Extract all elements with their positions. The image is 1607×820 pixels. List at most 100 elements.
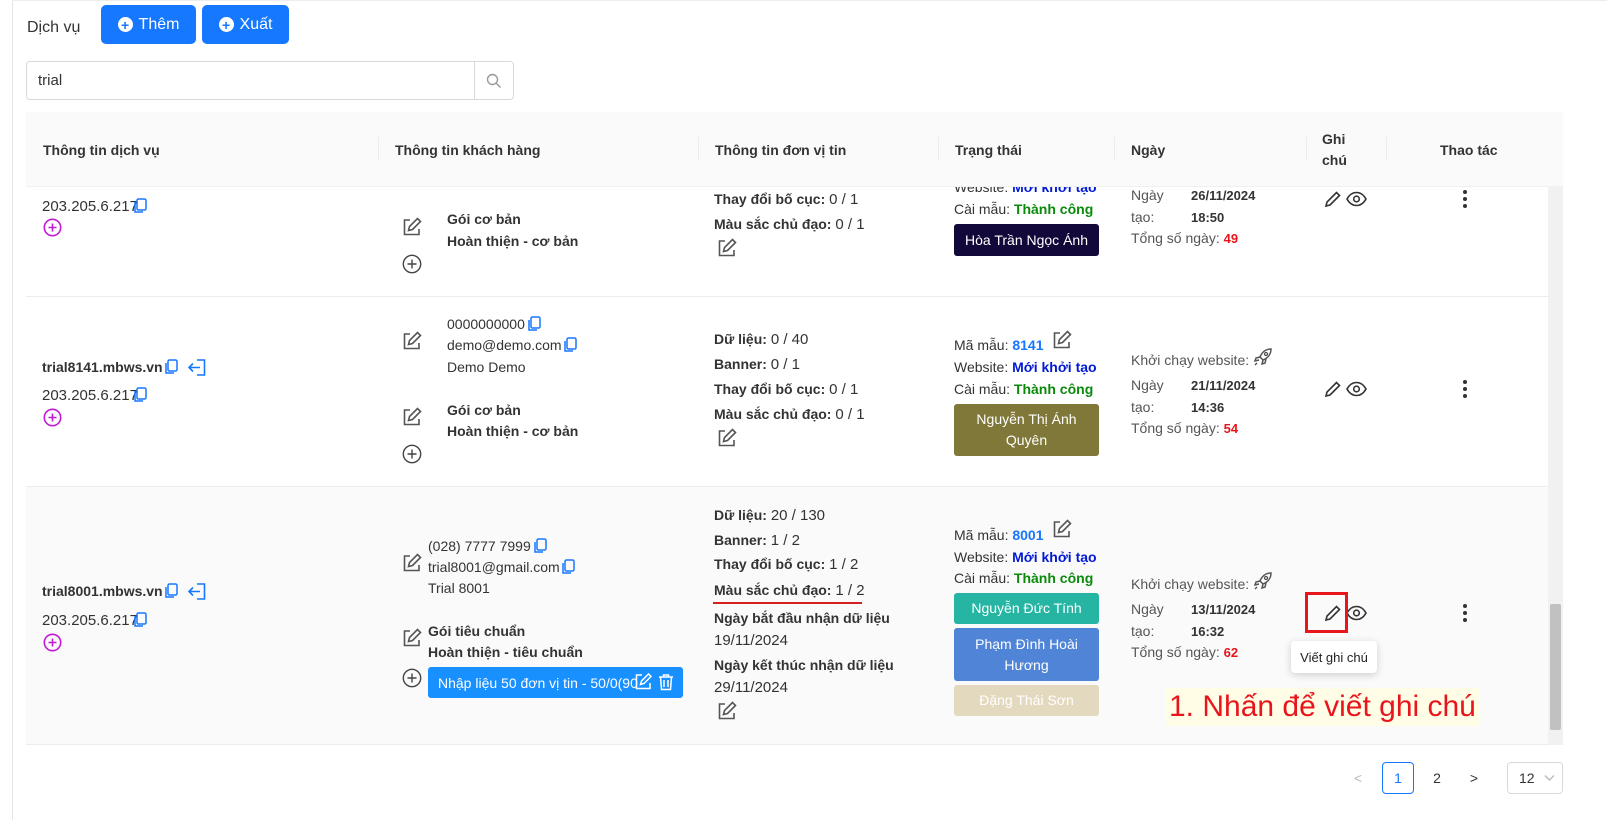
copy-icon[interactable] bbox=[164, 583, 178, 599]
search-box: trial bbox=[26, 61, 514, 100]
highlight-underline bbox=[713, 602, 862, 604]
addon-chip[interactable]: Nhập liệu 50 đơn vị tin - 50/0(90 bbox=[428, 667, 683, 698]
edit-icon[interactable] bbox=[1051, 519, 1072, 540]
color-value: 0 / 1 bbox=[835, 216, 865, 233]
export-button[interactable]: + Xuất bbox=[202, 5, 289, 44]
eye-icon[interactable] bbox=[1346, 605, 1367, 621]
template-status: Thành công bbox=[1013, 570, 1094, 586]
edit-icon[interactable] bbox=[716, 238, 737, 259]
login-icon[interactable] bbox=[187, 581, 208, 602]
add-button[interactable]: + Thêm bbox=[101, 5, 196, 44]
copy-icon[interactable] bbox=[164, 359, 178, 375]
template-label: Cài mẫu: bbox=[954, 381, 1011, 397]
add-circle-icon[interactable] bbox=[402, 668, 422, 688]
edit-icon[interactable] bbox=[401, 628, 422, 649]
copy-icon[interactable] bbox=[561, 559, 575, 575]
created-time: 14:36 bbox=[1191, 400, 1225, 415]
copy-icon[interactable] bbox=[133, 198, 147, 214]
package-sub: Hoàn thiện - cơ bản bbox=[447, 233, 579, 249]
more-actions-icon[interactable] bbox=[1462, 603, 1468, 623]
customer-email: demo@demo.com bbox=[447, 337, 562, 353]
eye-icon[interactable] bbox=[1346, 381, 1367, 397]
pagination-prev[interactable]: < bbox=[1346, 762, 1370, 794]
pencil-icon[interactable] bbox=[634, 673, 652, 691]
assignee-tag: Nguyễn Thị Ánh Quyên bbox=[954, 404, 1099, 456]
banner-label: Banner: bbox=[714, 356, 767, 372]
copy-icon[interactable] bbox=[533, 538, 547, 554]
total-days-label: Tổng số ngày: bbox=[1131, 230, 1220, 246]
service-domain: trial8001.mbws.vn bbox=[42, 583, 163, 599]
add-circle-icon[interactable] bbox=[402, 254, 422, 274]
header-note-line2: chú bbox=[1322, 152, 1347, 168]
created-label-line2: tạo: bbox=[1131, 623, 1155, 639]
total-days-value: 62 bbox=[1223, 645, 1239, 660]
add-circle-icon[interactable] bbox=[43, 633, 62, 652]
pencil-icon[interactable] bbox=[1323, 380, 1342, 399]
eye-icon[interactable] bbox=[1346, 191, 1367, 207]
search-input[interactable]: trial bbox=[38, 72, 62, 89]
frame-left-border bbox=[12, 0, 13, 820]
color-label: Màu sắc chủ đạo: bbox=[714, 582, 832, 598]
tooltip: Viết ghi chú bbox=[1291, 641, 1377, 673]
launch-label: Khởi chạy website: bbox=[1131, 352, 1250, 368]
created-label-line2: tạo: bbox=[1131, 209, 1155, 225]
pagination-page-1[interactable]: 1 bbox=[1382, 762, 1414, 794]
edit-icon[interactable] bbox=[1051, 330, 1072, 351]
rocket-icon[interactable] bbox=[1253, 347, 1273, 367]
header-status: Trạng thái bbox=[955, 142, 1022, 158]
header-divider bbox=[1306, 137, 1307, 161]
rocket-icon[interactable] bbox=[1253, 571, 1273, 591]
total-days-value: 54 bbox=[1223, 421, 1239, 436]
scrollbar-thumb[interactable] bbox=[1550, 604, 1561, 730]
more-actions-icon[interactable] bbox=[1462, 189, 1468, 209]
more-actions-icon[interactable] bbox=[1462, 379, 1468, 399]
add-circle-icon[interactable] bbox=[43, 218, 62, 237]
edit-icon[interactable] bbox=[716, 428, 737, 449]
edit-icon[interactable] bbox=[401, 553, 422, 574]
website-label: Website: bbox=[954, 359, 1009, 375]
edit-icon[interactable] bbox=[401, 331, 422, 352]
header-service: Thông tin dịch vụ bbox=[43, 142, 160, 158]
add-circle-icon[interactable] bbox=[43, 408, 62, 427]
page-title: Dịch vụ bbox=[27, 19, 81, 36]
search-button[interactable] bbox=[474, 62, 513, 99]
search-icon bbox=[486, 73, 501, 88]
edit-icon[interactable] bbox=[716, 701, 737, 722]
pencil-icon[interactable] bbox=[1323, 190, 1342, 209]
assignee-line1: Nguyễn Thị Ánh bbox=[976, 411, 1077, 427]
edit-icon[interactable] bbox=[401, 217, 422, 238]
data-label: Dữ liệu: bbox=[714, 507, 767, 523]
customer-name: Demo Demo bbox=[447, 359, 526, 375]
export-button-label: Xuất bbox=[239, 15, 273, 33]
header-divider bbox=[1114, 137, 1115, 161]
pagination-next[interactable]: > bbox=[1462, 762, 1486, 794]
instruction-annotation: 1. Nhấn để viết ghi chú bbox=[1165, 688, 1480, 726]
assignee-tag: Đặng Thái Sơn bbox=[954, 685, 1099, 716]
trash-icon[interactable] bbox=[657, 673, 675, 691]
login-icon[interactable] bbox=[187, 357, 208, 378]
start-date-value: 19/11/2024 bbox=[714, 632, 788, 649]
pagination-page-2[interactable]: 2 bbox=[1421, 762, 1453, 794]
page-size-select[interactable]: 12 bbox=[1507, 762, 1563, 794]
header-divider bbox=[1386, 137, 1387, 161]
template-label: Cài mẫu: bbox=[954, 570, 1011, 586]
header-divider bbox=[938, 137, 939, 161]
total-days-label: Tổng số ngày: bbox=[1131, 644, 1220, 660]
end-date-value: 29/11/2024 bbox=[714, 679, 788, 696]
layout-label: Thay đổi bố cục: bbox=[714, 556, 826, 572]
customer-phone: 0000000000 bbox=[447, 316, 525, 332]
color-value: 1 / 2 bbox=[835, 582, 865, 599]
copy-icon[interactable] bbox=[563, 337, 577, 353]
banner-label: Banner: bbox=[714, 532, 767, 548]
chevron-down-icon bbox=[1544, 774, 1555, 782]
ip-text: 203.205.6.217 bbox=[42, 387, 138, 404]
add-circle-icon[interactable] bbox=[402, 444, 422, 464]
header-unit: Thông tin đơn vị tin bbox=[715, 142, 847, 158]
package-sub: Hoàn thiện - cơ bản bbox=[447, 423, 579, 439]
copy-icon[interactable] bbox=[133, 387, 147, 403]
copy-icon[interactable] bbox=[133, 612, 147, 628]
copy-icon[interactable] bbox=[527, 316, 541, 332]
color-value: 0 / 1 bbox=[835, 406, 865, 423]
table-row: trial8141.mbws.vn 203.205.6.217 00000000… bbox=[26, 297, 1548, 487]
edit-icon[interactable] bbox=[401, 407, 422, 428]
